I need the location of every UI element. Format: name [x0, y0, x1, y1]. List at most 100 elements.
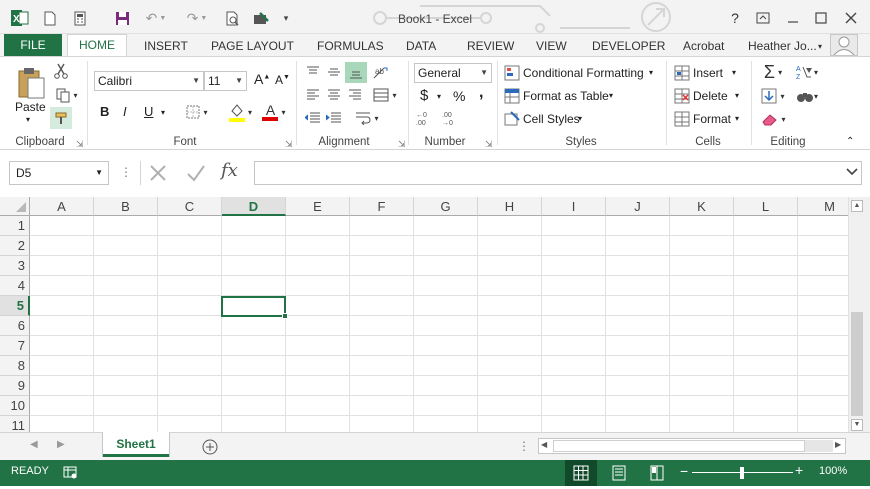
column-header-h[interactable]: H: [478, 197, 542, 216]
row-header-9[interactable]: 9: [0, 376, 30, 396]
horizontal-scrollbar[interactable]: ◀ ▶: [538, 438, 846, 454]
more-options-icon[interactable]: ⋮: [120, 165, 132, 179]
column-header-k[interactable]: K: [670, 197, 734, 216]
formula-input[interactable]: [254, 161, 862, 185]
page-break-view-icon[interactable]: [649, 465, 665, 484]
tab-formulas[interactable]: FORMULAS: [317, 37, 384, 56]
row-header-2[interactable]: 2: [0, 236, 30, 256]
font-size-combo[interactable]: 11 ▼: [204, 71, 247, 91]
tab-view[interactable]: VIEW: [536, 37, 567, 56]
tab-insert[interactable]: INSERT: [144, 37, 188, 56]
column-header-m[interactable]: M: [798, 197, 848, 216]
chevron-down-icon[interactable]: ▾: [649, 68, 653, 77]
close-icon[interactable]: [840, 8, 862, 28]
currency-button[interactable]: $: [420, 87, 428, 104]
scroll-up-icon[interactable]: ▲: [851, 200, 863, 212]
align-right-icon[interactable]: [345, 86, 365, 104]
confirm-entry-icon[interactable]: [186, 163, 206, 186]
active-cell[interactable]: [221, 296, 288, 319]
autosum-icon[interactable]: Σ ▾: [756, 62, 790, 82]
vertical-scrollbar[interactable]: ▲ ▼: [848, 197, 864, 432]
scroll-down-icon[interactable]: ▼: [851, 419, 863, 431]
tab-developer[interactable]: DEVELOPER: [592, 37, 665, 56]
user-menu-chevron-icon[interactable]: ▾: [818, 37, 822, 56]
underline-chevron-icon[interactable]: ▾: [161, 108, 165, 117]
maximize-icon[interactable]: [810, 8, 832, 28]
format-painter-icon[interactable]: [50, 107, 72, 129]
tab-acrobat[interactable]: Acrobat: [683, 37, 724, 56]
cell-styles-button[interactable]: Cell Styles: [523, 112, 580, 126]
collapse-ribbon-icon[interactable]: ⌃: [846, 136, 854, 147]
column-header-j[interactable]: J: [606, 197, 670, 216]
fill-icon[interactable]: ▾: [756, 86, 790, 106]
wrap-text-icon[interactable]: ▾: [350, 109, 384, 127]
paste-chevron-icon[interactable]: ▾: [26, 115, 30, 124]
zoom-out-icon[interactable]: −: [680, 463, 688, 479]
column-header-g[interactable]: G: [414, 197, 478, 216]
column-header-f[interactable]: F: [350, 197, 414, 216]
alignment-launcher-icon[interactable]: ⇲: [398, 139, 406, 150]
find-select-icon[interactable]: ▾: [792, 86, 822, 106]
column-header-d[interactable]: D: [222, 197, 286, 216]
user-name[interactable]: Heather Jo...: [748, 37, 817, 56]
horizontal-scroll-thumb[interactable]: [553, 440, 805, 452]
orientation-icon[interactable]: ab: [370, 63, 392, 81]
tab-data[interactable]: DATA: [406, 37, 436, 56]
scroll-right-icon[interactable]: ▶: [835, 440, 841, 449]
column-header-l[interactable]: L: [734, 197, 798, 216]
merge-center-icon[interactable]: ▾: [370, 86, 400, 104]
macro-recording-icon[interactable]: [63, 465, 77, 482]
decrease-indent-icon[interactable]: [303, 109, 323, 127]
underline-button[interactable]: U: [144, 104, 153, 119]
minimize-icon[interactable]: [782, 8, 804, 28]
italic-button[interactable]: I: [123, 104, 127, 119]
shrink-font-button[interactable]: A▼: [275, 73, 290, 87]
sheet-tab-sheet1[interactable]: Sheet1: [103, 432, 169, 457]
delete-button[interactable]: Delete: [693, 89, 728, 103]
font-launcher-icon[interactable]: ⇲: [285, 139, 293, 150]
clear-icon[interactable]: ▾: [756, 109, 790, 129]
fill-color-icon[interactable]: ▾: [224, 101, 256, 123]
bottom-align-icon[interactable]: [345, 62, 367, 83]
paste-icon[interactable]: [14, 65, 48, 101]
increase-decimal-icon[interactable]: ←0.00: [414, 109, 436, 127]
increase-indent-icon[interactable]: [324, 109, 344, 127]
copy-icon[interactable]: ▾: [52, 86, 82, 104]
bold-button[interactable]: B: [100, 104, 109, 119]
avatar[interactable]: [830, 34, 858, 56]
number-launcher-icon[interactable]: ⇲: [485, 139, 493, 150]
column-header-i[interactable]: I: [542, 197, 606, 216]
insert-button[interactable]: Insert: [693, 66, 723, 80]
currency-chevron-icon[interactable]: ▾: [437, 92, 441, 101]
page-layout-view-icon[interactable]: [611, 465, 627, 484]
name-box[interactable]: D5 ▼: [9, 161, 109, 185]
chevron-down-icon[interactable]: ▾: [735, 91, 739, 100]
zoom-level[interactable]: 100%: [819, 465, 847, 477]
middle-align-icon[interactable]: [324, 63, 344, 81]
column-header-b[interactable]: B: [94, 197, 158, 216]
normal-view-button[interactable]: [565, 460, 597, 486]
top-align-icon[interactable]: [303, 63, 323, 81]
borders-icon[interactable]: ▾: [183, 103, 211, 121]
row-header-7[interactable]: 7: [0, 336, 30, 356]
zoom-slider-thumb[interactable]: [740, 467, 744, 479]
chevron-down-icon[interactable]: ▾: [732, 68, 736, 77]
new-sheet-icon[interactable]: [201, 438, 219, 459]
tab-home[interactable]: HOME: [67, 34, 127, 57]
help-button[interactable]: ?: [724, 8, 746, 28]
row-header-8[interactable]: 8: [0, 356, 30, 376]
select-all-button[interactable]: [0, 197, 30, 216]
align-left-icon[interactable]: [303, 86, 323, 104]
row-header-3[interactable]: 3: [0, 256, 30, 276]
column-header-e[interactable]: E: [286, 197, 350, 216]
grow-font-button[interactable]: A▲: [254, 71, 270, 87]
insert-function-button[interactable]: fx: [221, 160, 238, 181]
previous-sheet-icon[interactable]: ◀: [30, 439, 38, 450]
font-name-combo[interactable]: Calibri ▼: [94, 71, 204, 91]
format-button[interactable]: Format: [693, 112, 731, 126]
fill-handle[interactable]: [282, 313, 288, 319]
row-header-5[interactable]: 5: [0, 296, 30, 316]
comma-button[interactable]: ,: [479, 84, 483, 102]
row-header-11[interactable]: 11: [0, 416, 30, 432]
expand-formula-icon[interactable]: [845, 165, 859, 182]
